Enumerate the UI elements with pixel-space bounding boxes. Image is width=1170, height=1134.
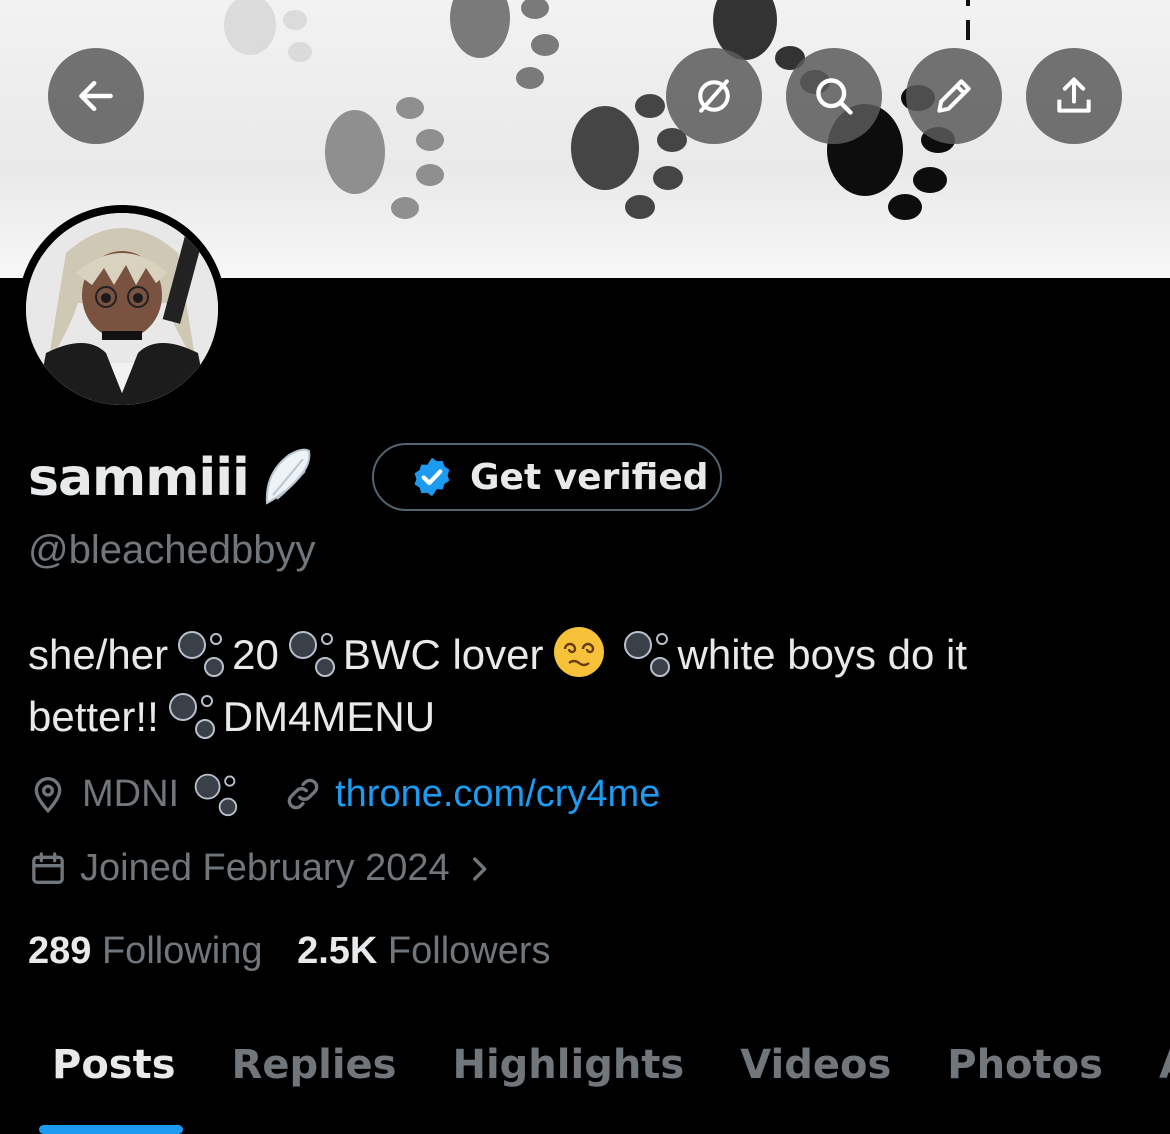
tab-articles[interactable]: Art (1159, 1030, 1170, 1134)
bio-text: 20 (232, 631, 279, 678)
link-icon (287, 778, 319, 810)
followers-stat[interactable]: 2.5K Followers (297, 930, 550, 972)
bio-text: she/her (28, 631, 169, 678)
followers-count: 2.5K (297, 930, 378, 972)
tab-label: Replies (231, 1042, 397, 1088)
active-tab-indicator (39, 1125, 183, 1134)
website-link[interactable]: throne.com/cry4me (335, 773, 660, 816)
profile-bio: she/her 20 BWC lover white boys do it better… (28, 624, 1138, 748)
joined-date: Joined February 2024 (80, 847, 450, 889)
bubbles-emoji-icon (178, 631, 225, 677)
tab-label: Posts (52, 1042, 176, 1088)
followers-label: Followers (387, 930, 551, 972)
tab-replies[interactable]: Replies (232, 1030, 397, 1134)
bio-text: BWC lover (342, 631, 544, 678)
following-stat[interactable]: 289 Following (28, 930, 263, 972)
tab-highlights[interactable]: Highlights (452, 1030, 684, 1134)
tab-label: Art (1159, 1042, 1170, 1088)
avatar[interactable] (18, 205, 226, 413)
avatar-image (26, 213, 218, 405)
bubbles-emoji-icon (623, 631, 670, 677)
bio-text: white boys do it (677, 631, 968, 678)
follow-stats: 289 Following 2.5K Followers (28, 930, 551, 973)
dizzy-face-emoji-icon (553, 627, 604, 677)
tab-photos[interactable]: Photos (947, 1030, 1103, 1134)
tab-posts[interactable]: Posts (39, 1030, 183, 1134)
grok-icon (698, 79, 730, 113)
edit-button[interactable] (906, 48, 1002, 144)
bio-text: DM4MENU (222, 693, 436, 740)
tab-label: Videos (740, 1042, 892, 1088)
location-text: MDNI (82, 772, 180, 815)
following-label: Following (101, 930, 263, 972)
display-name: sammiii (28, 448, 250, 508)
bubbles-emoji-icon (288, 631, 335, 677)
wing-emoji-icon (265, 448, 311, 505)
tab-label: Photos (947, 1042, 1103, 1088)
search-button[interactable] (786, 48, 882, 144)
location-pin-icon (34, 777, 62, 814)
profile-page: sammiii Get verified @bleachedbbyy she/h… (0, 0, 1170, 1134)
calendar-icon (32, 851, 64, 884)
get-verified-label: Get verified (470, 456, 709, 498)
profile-handle: @bleachedbbyy (28, 528, 316, 572)
pencil-icon (937, 79, 971, 113)
get-verified-button[interactable]: Get verified (372, 443, 722, 511)
joined-row[interactable]: Joined February 2024 (28, 847, 496, 890)
share-button[interactable] (1026, 48, 1122, 144)
following-count: 289 (28, 930, 92, 972)
profile-tabs: Posts Replies Highlights Videos Photos A… (0, 1030, 1170, 1134)
bubbles-emoji-icon (194, 773, 238, 817)
share-icon (1057, 77, 1091, 113)
back-button[interactable] (48, 48, 144, 144)
search-icon (816, 78, 853, 115)
verified-badge-icon (414, 457, 450, 497)
bio-text: better!! (28, 693, 159, 740)
bubbles-emoji-icon (168, 693, 215, 739)
profile-meta-row: MDNI throne.com/cry4me (28, 770, 660, 818)
tab-videos[interactable]: Videos (740, 1030, 891, 1134)
tab-label: Highlights (452, 1042, 685, 1088)
arrow-left-icon (79, 80, 113, 112)
grok-button[interactable] (666, 48, 762, 144)
chevron-right-icon (472, 856, 487, 881)
